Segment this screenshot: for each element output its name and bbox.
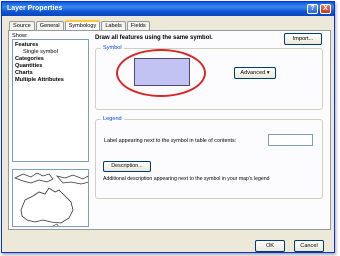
symbol-group-title: Symbol bbox=[101, 45, 124, 52]
title-bar[interactable]: Layer Properties ? X bbox=[2, 2, 334, 16]
cancel-button[interactable]: Cancel bbox=[294, 240, 324, 252]
tab-strip: Source General Symbology Labels Fields bbox=[9, 20, 151, 31]
australia-map-icon bbox=[14, 172, 88, 226]
legend-label-text: Label appearing next to the symbol in ta… bbox=[104, 138, 237, 144]
legend-group-title: Legend bbox=[101, 116, 124, 123]
show-item-multiple-attributes[interactable]: Multiple Attributes bbox=[15, 77, 64, 83]
symbol-group: Symbol Advanced ▾ bbox=[95, 45, 323, 110]
show-item-single-symbol[interactable]: Single symbol bbox=[23, 49, 58, 55]
show-item-charts[interactable]: Charts bbox=[15, 70, 33, 76]
layer-properties-dialog: Layer Properties ? X Source General Symb… bbox=[1, 1, 335, 253]
symbology-panel: Show: Features Single symbol Categories … bbox=[8, 30, 331, 230]
description-help-text: Additional description appearing next to… bbox=[103, 176, 270, 182]
legend-group: Legend Label appearing next to the symbo… bbox=[95, 116, 323, 199]
close-button[interactable]: X bbox=[320, 4, 331, 14]
tab-general[interactable]: General bbox=[35, 21, 64, 30]
show-item-categories[interactable]: Categories bbox=[15, 56, 44, 62]
map-thumbnail bbox=[12, 169, 89, 227]
tab-labels[interactable]: Labels bbox=[101, 21, 126, 30]
dialog-title: Layer Properties bbox=[7, 5, 63, 12]
advanced-label: Advanced bbox=[240, 70, 266, 76]
description-button[interactable]: Description... bbox=[103, 161, 151, 172]
tab-fields[interactable]: Fields bbox=[126, 21, 150, 30]
tab-source[interactable]: Source bbox=[9, 21, 35, 30]
legend-label-input[interactable] bbox=[268, 134, 313, 146]
highlight-circle bbox=[116, 49, 206, 97]
show-item-quantities[interactable]: Quantities bbox=[15, 63, 42, 69]
show-list[interactable]: Features Single symbol Categories Quanti… bbox=[12, 39, 89, 162]
help-button[interactable]: ? bbox=[307, 4, 318, 14]
chevron-down-icon: ▾ bbox=[266, 70, 270, 76]
import-button[interactable]: Import... bbox=[284, 33, 322, 45]
show-item-features[interactable]: Features bbox=[15, 42, 38, 48]
symbology-heading: Draw all features using the same symbol. bbox=[95, 35, 213, 41]
advanced-button[interactable]: Advanced ▾ bbox=[234, 67, 276, 79]
ok-button[interactable]: OK bbox=[255, 240, 285, 252]
